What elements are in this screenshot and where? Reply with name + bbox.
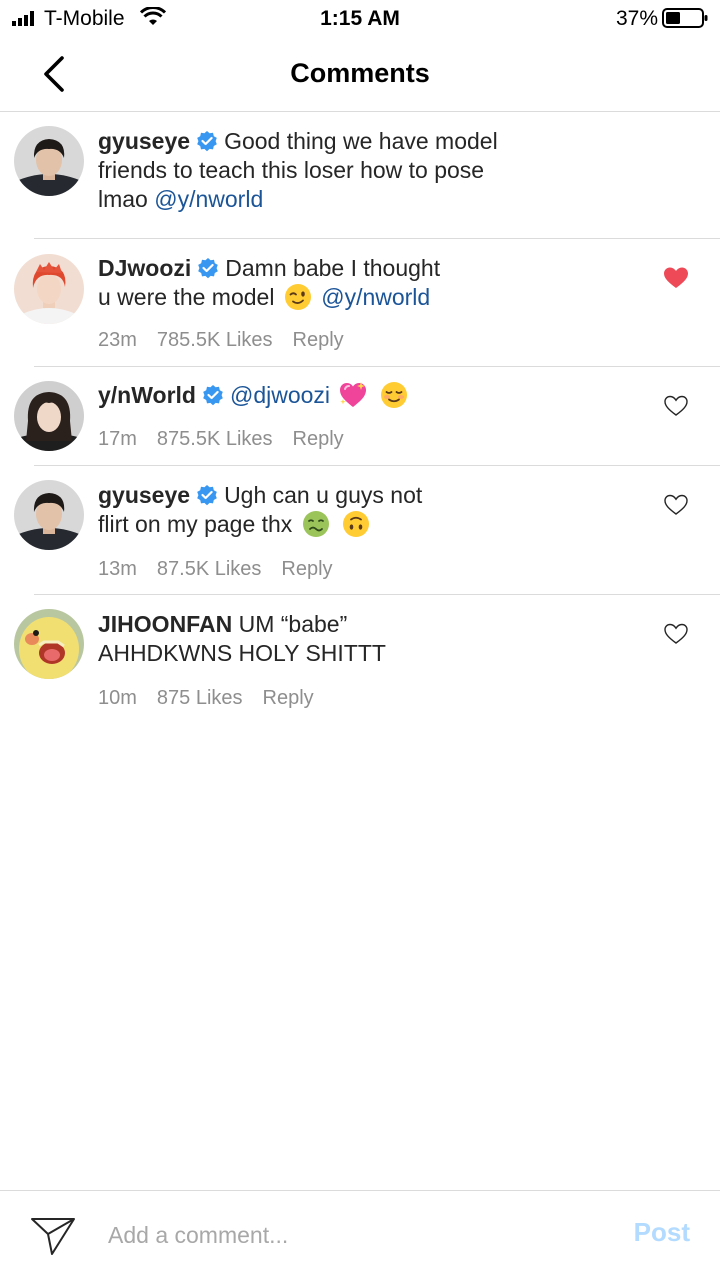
comment-username[interactable]: y/nWorld	[98, 382, 196, 408]
comment-item: gyuseye Ugh can u guys not flirt on my pa…	[0, 466, 720, 595]
avatar[interactable]	[14, 126, 84, 196]
comment-text: lmao	[98, 186, 155, 212]
verified-badge-icon	[198, 258, 219, 279]
comment-item: JIHOONFAN UM “babe” AHHDKWNS HOLY SHITTT…	[0, 595, 720, 725]
comment-body: JIHOONFAN UM “babe” AHHDKWNS HOLY SHITTT	[98, 610, 558, 668]
likes-count[interactable]: 875 Likes	[157, 687, 243, 709]
comment-composer: Post	[0, 1190, 720, 1280]
comment-time: 23m	[98, 329, 137, 351]
comment-username[interactable]: DJwoozi	[98, 255, 191, 281]
comment-time: 17m	[98, 428, 137, 450]
verified-badge-icon	[203, 385, 223, 406]
battery-icon	[662, 8, 708, 28]
battery-percentage: 37%	[615, 7, 658, 30]
comment-username[interactable]: gyuseye	[98, 482, 190, 508]
smiling-face-emoji	[380, 382, 407, 408]
comment-meta: 10m 875 Likes Reply	[98, 687, 334, 710]
nauseated-face-emoji	[302, 511, 329, 537]
comment-body: DJwoozi Damn babe I thought u were the mo…	[98, 254, 558, 312]
comment-text: Ugh can u guys not	[224, 482, 423, 508]
heart-outline-icon[interactable]	[664, 623, 688, 645]
comment-input[interactable]	[108, 1213, 568, 1257]
comment-text: friends to teach this loser how to pose	[98, 157, 485, 183]
winking-face-emoji	[284, 284, 311, 310]
likes-count[interactable]: 875.5K Likes	[157, 428, 273, 450]
header: Comments	[0, 38, 720, 112]
comment-text: u were the model	[98, 284, 275, 310]
reply-button[interactable]: Reply	[293, 428, 344, 450]
comment-body: gyuseye Good thing we have model friends …	[98, 127, 558, 214]
comment-text: Good thing we have model	[224, 128, 498, 154]
comment-text: UM “babe”	[238, 611, 348, 637]
comment-body: gyuseye Ugh can u guys not flirt on my pa…	[98, 481, 558, 539]
comment-item: DJwoozi Damn babe I thought u were the mo…	[0, 239, 720, 367]
comment-meta: 17m 875.5K Likes Reply	[98, 428, 364, 451]
reply-button[interactable]: Reply	[281, 558, 332, 580]
post-button[interactable]: Post	[634, 1217, 690, 1248]
heart-filled-icon[interactable]	[664, 267, 688, 289]
comment-text: Damn babe I thought	[225, 255, 441, 281]
heart-outline-icon[interactable]	[664, 494, 688, 516]
avatar[interactable]	[14, 381, 84, 451]
likes-count[interactable]: 87.5K Likes	[157, 558, 262, 580]
mention-link[interactable]: @y/nworld	[321, 284, 430, 310]
comment-item: y/nWorld @djwoozi 17m 875.5K Likes Reply	[0, 367, 720, 466]
avatar[interactable]	[14, 609, 84, 679]
comments-list: gyuseye Good thing we have model friends …	[0, 112, 720, 725]
comment-time: 10m	[98, 687, 137, 709]
verified-badge-icon	[197, 485, 217, 506]
likes-count[interactable]: 785.5K Likes	[157, 329, 273, 351]
mention-link[interactable]: @djwoozi	[230, 382, 330, 408]
comment-item: gyuseye Good thing we have model friends …	[0, 112, 720, 239]
sparkling-heart-emoji	[340, 382, 367, 407]
direct-send-icon[interactable]	[30, 1216, 76, 1256]
comment-text: flirt on my page thx	[98, 511, 293, 537]
comment-username[interactable]: JIHOONFAN	[98, 611, 232, 637]
upside-down-face-emoji	[343, 511, 370, 537]
mention-link[interactable]: @y/nworld	[154, 186, 263, 212]
status-bar: T-Mobile 1:15 AM 37%	[0, 0, 720, 38]
clock: 1:15 AM	[320, 7, 400, 30]
comment-meta: 23m 785.5K Likes Reply	[98, 329, 364, 352]
reply-button[interactable]: Reply	[263, 687, 314, 709]
verified-badge-icon	[197, 131, 217, 152]
comment-body: y/nWorld @djwoozi	[98, 381, 558, 410]
heart-outline-icon[interactable]	[664, 395, 688, 417]
reply-button[interactable]: Reply	[293, 329, 344, 351]
comment-time: 13m	[98, 558, 137, 580]
avatar[interactable]	[14, 254, 84, 324]
comment-text: AHHDKWNS HOLY SHITTT	[98, 640, 386, 666]
comment-meta: 13m 87.5K Likes Reply	[98, 558, 353, 581]
avatar[interactable]	[14, 480, 84, 550]
page-title: Comments	[290, 58, 430, 88]
comment-username[interactable]: gyuseye	[98, 128, 190, 154]
